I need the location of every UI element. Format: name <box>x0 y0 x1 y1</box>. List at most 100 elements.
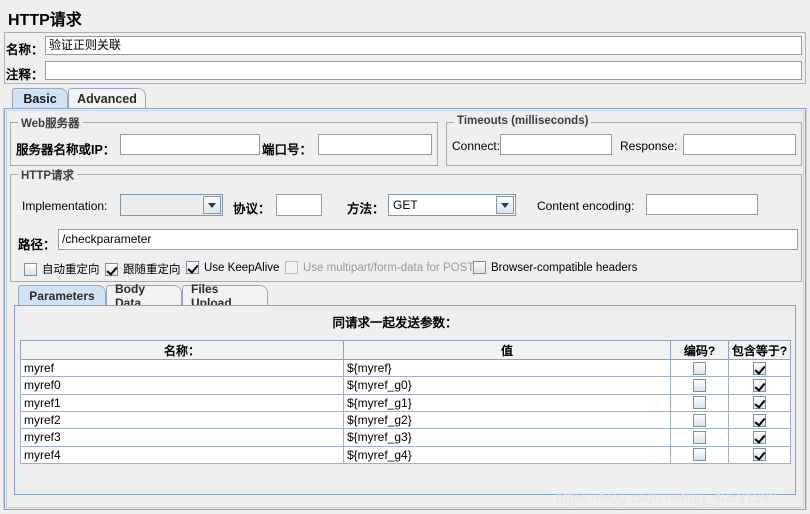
column-header-value[interactable]: 值 <box>343 340 671 360</box>
chevron-down-icon[interactable] <box>203 196 221 214</box>
checkbox-box-icon[interactable] <box>753 396 766 410</box>
server-name-label: 服务器名称或IP： <box>16 143 116 157</box>
table-row[interactable]: myref1 ${myref_g1} <box>20 393 791 412</box>
checkbox-box-icon[interactable] <box>753 413 766 427</box>
table-row[interactable]: myref3 ${myref_g3} <box>20 428 791 447</box>
cell-value[interactable]: ${myref_g0} <box>343 376 671 395</box>
checkbox-box-icon[interactable] <box>693 378 706 392</box>
cell-encode[interactable] <box>670 358 729 378</box>
tab-files-upload[interactable]: Files Upload <box>182 282 268 310</box>
checkbox-box-icon[interactable] <box>753 448 766 462</box>
chevron-down-icon[interactable] <box>496 196 514 214</box>
cell-value[interactable]: ${myref_g2} <box>343 410 671 430</box>
cell-value[interactable]: ${myref_g4} <box>343 445 671 465</box>
cell-encode[interactable] <box>670 445 729 465</box>
checkbox-box-icon[interactable] <box>24 262 37 276</box>
checkbox-box-icon[interactable] <box>693 396 706 410</box>
column-header-name[interactable]: 名称： <box>20 340 344 360</box>
method-label: 方法： <box>347 202 385 216</box>
checkbox-label: 跟随重定向 <box>123 264 181 276</box>
table-row[interactable]: myref ${myref} <box>20 358 791 378</box>
port-input[interactable] <box>318 134 432 155</box>
checkbox-box-icon[interactable] <box>753 361 766 375</box>
cell-include-equals[interactable] <box>728 358 791 378</box>
cell-include-equals[interactable] <box>728 428 791 447</box>
checkbox-box-icon[interactable] <box>105 262 118 276</box>
column-header-encode[interactable]: 编码? <box>670 340 729 360</box>
method-value: GET <box>393 198 418 212</box>
tab-basic[interactable]: Basic <box>12 88 68 109</box>
cell-include-equals[interactable] <box>728 376 791 395</box>
method-combo[interactable]: GET <box>388 194 516 216</box>
name-label: 名称： <box>6 43 44 57</box>
http-request-panel: HTTP请求 名称： 验证正则关联 注释： Basic Advanced Web… <box>0 0 810 514</box>
response-timeout-label: Response: <box>620 139 678 153</box>
cell-encode[interactable] <box>670 410 729 430</box>
checkbox-use-keepalive[interactable]: Use KeepAlive <box>186 261 279 274</box>
page-title: HTTP请求 <box>8 12 82 29</box>
checkbox-box-icon[interactable] <box>473 261 486 274</box>
checkbox-box-icon[interactable] <box>753 378 766 392</box>
cell-name[interactable]: myref0 <box>20 376 344 395</box>
table-row[interactable]: myref2 ${myref_g2} <box>20 410 791 430</box>
checkbox-auto-redirect[interactable]: 自动重定向 <box>24 261 100 277</box>
cell-include-equals[interactable] <box>728 445 791 465</box>
table-header-row: 名称： 值 编码? 包含等于? <box>20 340 791 360</box>
cell-name[interactable]: myref3 <box>20 428 344 447</box>
cell-include-equals[interactable] <box>728 393 791 412</box>
response-timeout-input[interactable] <box>683 134 796 155</box>
parameters-table: 名称： 值 编码? 包含等于? myref ${myref} myref0 ${… <box>20 340 791 465</box>
right-gutter <box>806 108 810 510</box>
parameters-caption: 同请求一起发送参数： <box>332 316 458 330</box>
path-label: 路径： <box>18 238 56 252</box>
watermark: https://blog.csdn.net/qq_40531382 <box>556 489 778 505</box>
checkbox-box-icon[interactable] <box>693 448 706 462</box>
cell-name[interactable]: myref2 <box>20 410 344 430</box>
cell-value[interactable]: ${myref_g3} <box>343 428 671 447</box>
cell-name[interactable]: myref <box>20 358 344 378</box>
cell-name[interactable]: myref4 <box>20 445 344 465</box>
connect-timeout-label: Connect: <box>452 139 501 153</box>
checkbox-label: 自动重定向 <box>42 264 100 276</box>
checkbox-box-icon[interactable] <box>693 430 706 444</box>
table-row[interactable]: myref4 ${myref_g4} <box>20 445 791 465</box>
checkbox-box-icon[interactable] <box>693 413 706 427</box>
protocol-input[interactable] <box>276 194 322 216</box>
cell-value[interactable]: ${myref} <box>343 358 671 378</box>
checkbox-box-icon[interactable] <box>693 361 706 375</box>
content-encoding-label: Content encoding: <box>537 199 635 213</box>
table-row[interactable]: myref0 ${myref_g0} <box>20 376 791 395</box>
cell-include-equals[interactable] <box>728 410 791 430</box>
cell-encode[interactable] <box>670 393 729 412</box>
comment-input[interactable] <box>45 61 802 80</box>
cell-name[interactable]: myref1 <box>20 393 344 412</box>
main-tabstrip: Basic Advanced <box>4 88 806 109</box>
checkbox-use-multipart: Use multipart/form-data for POST <box>285 261 474 274</box>
server-name-input[interactable] <box>120 134 260 155</box>
tab-body-data[interactable]: Body Data <box>106 282 182 310</box>
checkbox-browser-compatible-headers[interactable]: Browser-compatible headers <box>473 261 637 274</box>
tab-parameters[interactable]: Parameters <box>18 285 106 306</box>
name-input[interactable]: 验证正则关联 <box>45 36 802 55</box>
implementation-combo[interactable] <box>120 194 223 216</box>
checkbox-label: Use KeepAlive <box>204 261 280 274</box>
cell-value[interactable]: ${myref_g1} <box>343 393 671 412</box>
checkbox-box-icon <box>285 261 298 274</box>
cell-encode[interactable] <box>670 376 729 395</box>
tab-advanced[interactable]: Advanced <box>68 88 146 109</box>
comment-label: 注释： <box>6 68 44 82</box>
http-request-group-title: HTTP请求 <box>18 167 78 183</box>
checkbox-follow-redirects[interactable]: 跟随重定向 <box>105 261 181 277</box>
protocol-label: 协议： <box>233 202 271 216</box>
checkbox-box-icon[interactable] <box>753 430 766 444</box>
left-gutter <box>0 108 4 510</box>
connect-timeout-input[interactable] <box>500 134 612 155</box>
column-header-include-equals[interactable]: 包含等于? <box>728 340 791 360</box>
cell-encode[interactable] <box>670 428 729 447</box>
timeouts-group-title: Timeouts (milliseconds) <box>454 115 592 127</box>
checkbox-label: Use multipart/form-data for POST <box>303 261 475 274</box>
content-encoding-input[interactable] <box>646 194 758 215</box>
checkbox-label: Browser-compatible headers <box>491 261 638 274</box>
checkbox-box-icon[interactable] <box>186 261 199 274</box>
path-input[interactable]: /checkparameter <box>58 229 798 250</box>
